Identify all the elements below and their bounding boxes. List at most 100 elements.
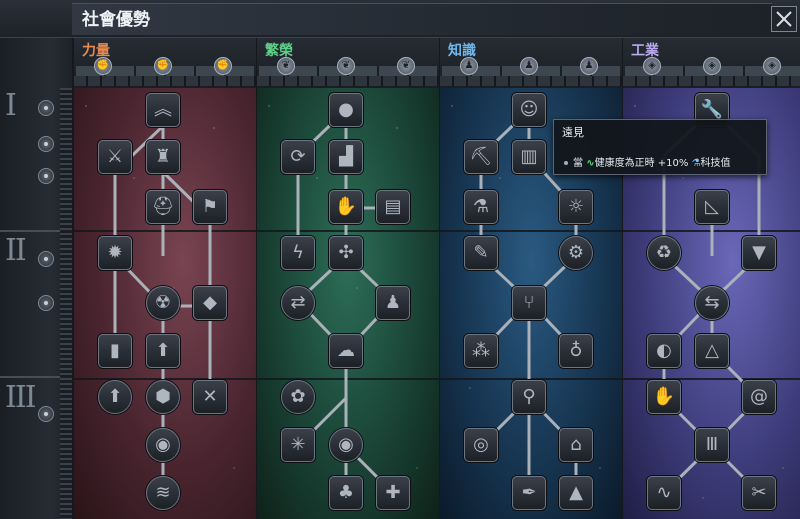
category-industry: 工業 ◈ ◈ ◈ 🔧 ◺ ♻ ▼ ⇆ ◐ △ ✋ @ Ⅲ ∿ ✂ [623,38,800,519]
hand-gem-icon[interactable]: ✋ [647,380,681,414]
dragon-icon[interactable]: ≋ [146,476,180,510]
fist-icon: ✊ [154,57,174,75]
crossed-swords-icon[interactable]: ✕ [193,380,227,414]
lightning-icon[interactable]: ϟ [281,236,315,270]
grenade-icon[interactable]: ✹ [98,236,132,270]
helmet-icon[interactable]: ⛑ [146,190,180,224]
cube-icon: ◈ [643,57,663,75]
set-square-icon[interactable]: ◺ [695,190,729,224]
gear-icon[interactable]: ⚙ [559,236,593,270]
soldier-icon[interactable]: ♜ [146,140,180,174]
category-header: 工業 ◈ ◈ ◈ [623,38,800,88]
sparkle-icon[interactable]: ✳ [281,428,315,462]
tier-node[interactable] [38,136,54,152]
lightbulb-icon[interactable]: ☼ [559,190,593,224]
tier-2: II [0,233,72,378]
category-header: 力量 ✊ ✊ ✊ [74,38,256,88]
bolt-hex-icon[interactable]: ⬢ [146,380,180,414]
pillar-icon[interactable]: ▮ [98,334,132,368]
cube-icon: ◈ [763,57,783,75]
tier-label: II [5,233,27,268]
graduation-cap-icon[interactable]: ⌂ [559,428,593,462]
recycle-icon[interactable]: ♻ [647,236,681,270]
quill-icon[interactable]: ✒ [512,476,546,510]
book-icon[interactable]: ▥ [512,140,546,174]
tier-node[interactable] [38,406,54,422]
tier-node[interactable] [38,168,54,184]
branch-icon[interactable]: ⑂ [512,286,546,320]
drill-icon[interactable]: ▼ [742,236,776,270]
pulse-icon[interactable]: ∿ [647,476,681,510]
pickaxe-icon[interactable]: ⛏ [464,140,498,174]
orb-icon[interactable]: ◐ [647,334,681,368]
fist-icon: ✊ [214,57,234,75]
tier-1: I [0,88,72,230]
map-icon[interactable]: ▤ [376,190,410,224]
tools-icon[interactable]: ✂ [742,476,776,510]
eye-icon[interactable]: ◎ [464,428,498,462]
test-tube-icon[interactable]: ⚗ [464,190,498,224]
palm-tree-icon[interactable]: ♣ [329,476,363,510]
gear-cycle-icon[interactable]: ⟳ [281,140,315,174]
category-knowledge: 知識 ♟ ♟ ♟ ☺ ⛏ ▥ ⚗ ☼ ✎ ⚙ ⑂ ⁂ ♁ ⚲ ◎ ⌂ ✒ ▲ [440,38,622,519]
hand-icon[interactable]: ✋ [329,190,363,224]
gem-icon[interactable]: ◆ [193,286,227,320]
person-icon: ♟ [520,57,540,75]
science-flask-icon: ⚗ [691,158,701,169]
chevron-rank-icon[interactable]: ︽ [146,93,180,127]
perk-tree: ● ⟳ ▟ ✋ ▤ ϟ ✣ ⇄ ♟ ☁ ✿ ✳ ◉ ♣ ✚ [257,88,439,519]
arrow-up-icon[interactable]: ⬆ [146,334,180,368]
perk-tooltip: 遠見 當 ∿健康度為正時 +10% ⚗科技值 [553,119,767,175]
tier-node[interactable] [38,295,54,311]
swirl-icon[interactable]: @ [742,380,776,414]
close-icon [776,11,792,27]
tier-3: III [0,380,72,519]
category-stripe [257,76,439,86]
close-button[interactable] [771,6,797,32]
apple-icon[interactable]: ● [329,93,363,127]
tier-label: I [5,88,17,123]
category-prosperity: 繁榮 ❦ ❦ ❦ ● ⟳ ▟ ✋ ▤ ϟ ✣ ⇄ ♟ ☁ ✿ ✳ ◉ ♣ ✚ [257,38,439,519]
category-stripe [440,76,622,86]
scientist-icon[interactable]: ☺ [512,93,546,127]
person-icon: ♟ [580,57,600,75]
handshake-icon[interactable]: ⇄ [281,286,315,320]
triangle-network-icon[interactable]: △ [695,334,729,368]
sword-icon[interactable]: ⚔ [98,140,132,174]
target-icon[interactable]: ◉ [146,428,180,462]
conveyor-icon[interactable]: ⇆ [695,286,729,320]
tier-rail: I II III [0,38,72,519]
tooltip-effect: 當 ∿健康度為正時 +10% ⚗科技值 [564,154,731,169]
tier-divider [0,376,60,378]
tier-divider [0,230,60,232]
brain-icon[interactable]: ☁ [329,334,363,368]
perk-tree: ︽ ⚔ ♜ ⛑ ⚑ ✹ ☢ ◆ ▮ ⬆ ⬆ ⬢ ✕ ◉ ≋ [74,88,256,519]
upgrade-hex-icon[interactable]: ⬆ [98,380,132,414]
leaf-icon: ❦ [337,57,357,75]
tooltip-prefix: 當 [573,158,583,169]
person-icon: ♟ [460,57,480,75]
microscope-icon[interactable]: ⚲ [512,380,546,414]
column-icon[interactable]: Ⅲ [695,428,729,462]
radiation-icon[interactable]: ☢ [146,286,180,320]
tier-node[interactable] [38,100,54,116]
health-icon: ∿ [586,158,595,169]
title-bar: 社會優勢 [0,0,800,38]
tooltip-bonus: +10% [657,158,689,169]
person-icon[interactable]: ♟ [376,286,410,320]
planet-icon[interactable]: ♁ [559,334,593,368]
category-might: 力量 ✊ ✊ ✊ ︽ ⚔ ♜ ⛑ ⚑ ✹ ☢ ◆ ▮ ⬆ ⬆ ⬢ ✕ ◉ ≋ [74,38,256,519]
bar-chart-icon[interactable]: ▟ [329,140,363,174]
cluster-icon[interactable]: ⁂ [464,334,498,368]
bullet-icon [564,161,568,165]
network-icon[interactable]: ✣ [329,236,363,270]
pyramid-icon[interactable]: ▲ [559,476,593,510]
tier-node[interactable] [38,251,54,267]
eye-target-icon[interactable]: ◉ [329,428,363,462]
flag-icon[interactable]: ⚑ [193,190,227,224]
window-title: 社會優勢 [72,3,772,35]
category-header: 知識 ♟ ♟ ♟ [440,38,622,88]
feather-icon[interactable]: ✎ [464,236,498,270]
medical-cross-icon[interactable]: ✚ [376,476,410,510]
lotus-icon[interactable]: ✿ [281,380,315,414]
